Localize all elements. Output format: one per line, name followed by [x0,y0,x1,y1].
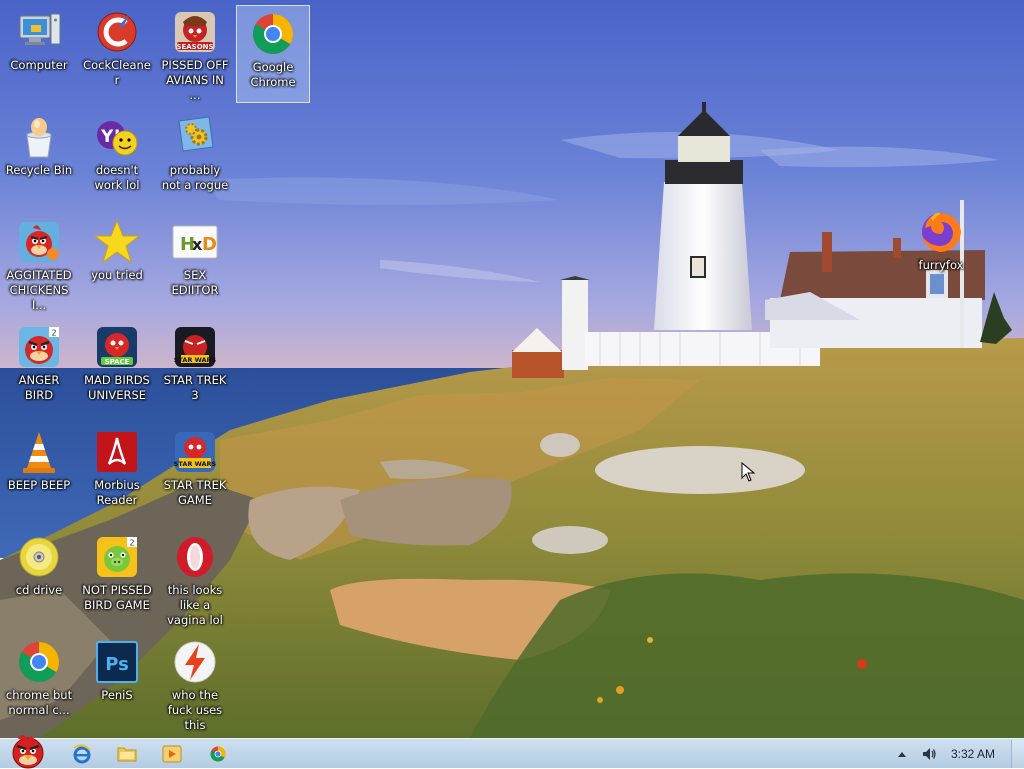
desktop-icon-cd-drive[interactable]: cd drive [2,529,76,627]
media-player-icon [162,745,182,763]
vlc-cone-icon [23,432,55,473]
desktop-icon-label: doesn't work lol [94,163,140,192]
internet-explorer-icon [73,744,91,764]
taskbar-file-explorer[interactable] [107,741,147,767]
desktop-icon-label: BEEP BEEP [7,478,71,492]
desktop-icon-aggitated-chickens[interactable]: AGGITATED CHICKENS I... [2,214,76,312]
desktop-icon-probably-not-a-rogue[interactable]: probably not a rogue [158,109,232,207]
desktop-icon-label: ANGER BIRD [18,373,60,402]
desktop-icon-anger-bird[interactable]: 2 ANGER BIRD [2,319,76,417]
firefox-icon [922,212,961,252]
desktop-icon-label: MAD BIRDS UNIVERSE [84,373,150,402]
opera-icon [177,537,213,577]
desktop-icon-doesnt-work[interactable]: Y! doesn't work lol [80,109,154,207]
desktop-icon-not-pissed-bird-game[interactable]: 2 NOT PISSED BIRD GAME [80,529,154,627]
desktop-icon-label: you tried [91,268,143,282]
clock[interactable]: 3:32 AM [951,747,995,761]
photoshop-icon: Ps [96,641,138,683]
desktop-icon-label: Recycle Bin [5,163,73,177]
taskbar-chrome[interactable] [198,741,238,767]
angry-bird-icon [19,222,59,262]
desktop-icon-cockcleaner[interactable]: CockCleaner [80,4,154,102]
desktop-icon-label: CockCleaner [83,58,151,87]
seasons-bird-icon: SEASONS [175,12,215,52]
chrome-icon [210,746,226,762]
desktop-icon-label: Google Chrome [250,60,296,89]
desktop-icon-sex-ediitor[interactable]: H x D SEX EDIITOR [158,214,232,312]
taskbar-media-player[interactable] [152,741,192,767]
speaker-icon[interactable] [921,746,937,762]
desktop-icon-mad-birds-universe[interactable]: SPACE MAD BIRDS UNIVERSE [80,319,154,417]
start-button[interactable] [0,731,52,769]
cd-drive-icon [19,537,59,577]
computer-icon [19,13,61,45]
recycle-bin-icon [26,118,52,158]
desktop-icon-label: who the fuck uses this [167,688,223,732]
chrome-icon [253,14,293,54]
svg-text:STAR WARS: STAR WARS [174,356,217,364]
desktop-icon-furryfox[interactable]: furryfox [904,204,978,302]
desktop-icon-star-trek-3[interactable]: STAR WARS STAR TREK 3 [158,319,232,417]
desktop-icon-computer[interactable]: Computer [2,4,76,102]
mouse-cursor-icon [741,462,755,482]
star-wars-bird-icon: STAR WARS [174,327,217,367]
desktop-icon-label: furryfox [918,258,964,272]
svg-text:SEASONS: SEASONS [176,43,213,51]
desktop-icon-label: STAR TREK GAME [163,478,227,507]
desktop-icon-label: PISSED OFF AVIANS IN ... [161,58,229,102]
desktop-icon-beep-beep[interactable]: BEEP BEEP [2,424,76,522]
ccleaner-icon [97,12,137,52]
desktop-icon-who-uses-this[interactable]: who the fuck uses this [158,634,232,732]
desktop-icon-star-trek-game[interactable]: STAR WARS STAR TREK GAME [158,424,232,522]
star-wars-bird-icon: STAR WARS [174,432,217,472]
chrome-icon [19,642,59,682]
desktop-icon-label: chrome but normal c... [5,688,73,717]
svg-text:D: D [202,234,217,255]
desktop-icon-morbius-reader[interactable]: Morbius Reader [80,424,154,522]
green-pig-icon: 2 [97,537,137,577]
desktop-icon-label: AGGITATED CHICKENS I... [6,268,72,312]
desktop-icon-this-looks-like[interactable]: this looks like a vagina lol [158,529,232,627]
desktop-icon-label: NOT PISSED BIRD GAME [82,583,152,612]
desktop-icon-you-tried[interactable]: you tried [80,214,154,312]
yahoo-messenger-icon: Y! [97,121,138,156]
chevron-up-icon[interactable] [897,750,907,758]
angry-bird-icon: 2 [19,327,59,367]
gear-program-icon [178,116,214,152]
taskbar: 3:32 AM [0,735,1024,769]
star-icon [93,219,141,264]
desktop-icon-label: cd drive [15,583,63,597]
desktop-icon-label: STAR TREK 3 [163,373,227,402]
svg-text:Ps: Ps [105,654,129,675]
svg-text:2: 2 [51,329,56,338]
desktop-icon-label: Morbius Reader [94,478,140,507]
angry-bird-space-icon: SPACE [97,327,137,367]
system-tray: 3:32 AM [897,739,1024,769]
svg-text:STAR WARS: STAR WARS [174,460,217,468]
taskbar-internet-explorer[interactable] [62,741,102,767]
desktop-icon-chrome-normal[interactable]: chrome but normal c... [2,634,76,732]
show-desktop-button[interactable] [1011,740,1024,768]
desktop-icon-label: SEX EDIITOR [171,268,219,297]
desktop-icon-pissed-off-avians[interactable]: SEASONS PISSED OFF AVIANS IN ... [158,4,232,102]
desktop-icon-label: this looks like a vagina lol [167,583,223,627]
desktop-icon-recycle-bin[interactable]: Recycle Bin [2,109,76,207]
flash-icon [174,641,216,683]
desktop-icon-label: PeniS [101,688,133,702]
desktop-icon-label: Computer [10,58,68,72]
hxd-icon: H x D [172,225,218,259]
svg-text:SPACE: SPACE [105,358,130,366]
angry-bird-start-icon [12,735,44,769]
desktop[interactable]: Computer Recycle Bin AGGITATED CHICKENS … [0,0,1024,738]
pdf-reader-icon [97,432,137,472]
svg-text:2: 2 [129,539,134,548]
desktop-icon-label: probably not a rogue [161,163,229,192]
desktop-icon-penis[interactable]: Ps PeniS [80,634,154,732]
folder-icon [117,747,137,762]
desktop-icon-google-chrome[interactable]: Google Chrome [236,5,310,103]
